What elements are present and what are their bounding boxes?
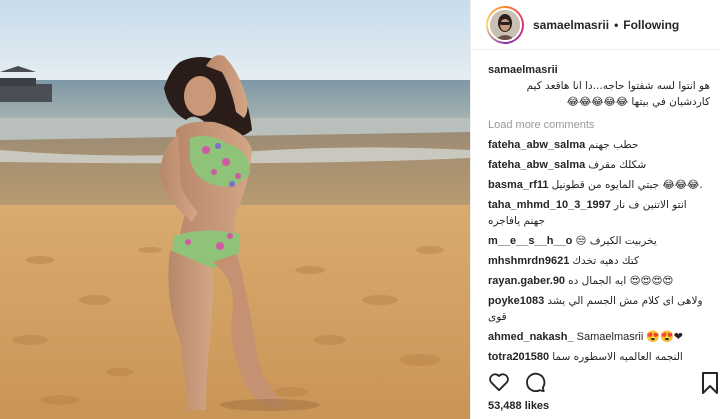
comment-text: ايه الجمال ده 😍😍😍😍 [568, 275, 674, 287]
comment-item: totra201580 النجمه العالميه الاسطوره سما… [488, 349, 710, 364]
comments-list[interactable]: samaelmasrii هو انتوا لسه شفتوا حاجه...د… [471, 56, 720, 364]
comment-username[interactable]: poyke1083 [488, 295, 544, 307]
comment-item: basma_rf11 جبتي المايوه من قطونيل 😂😂😂. [488, 177, 710, 193]
bookmark-icon[interactable] [702, 372, 718, 397]
header-separator: • [614, 17, 619, 32]
load-more-comments-link[interactable]: Load more comments [488, 119, 710, 131]
avatar-story-ring[interactable] [486, 5, 524, 44]
likes-count[interactable]: 53,488 likes [488, 400, 549, 412]
comment-username[interactable]: taha_mhmd_10_3_1997 [488, 199, 611, 211]
comment-username[interactable]: rayan.gaber.90 [488, 275, 565, 287]
comment-item: taha_mhmd_10_3_1997 انتو الاتنين ف نار ج… [488, 197, 710, 229]
instagram-post-modal: samaelmasrii • Following samaelmasrii هو… [0, 0, 720, 419]
comment-item: fateha_abw_salma حطب جهنم [488, 137, 710, 153]
avatar[interactable] [488, 7, 522, 42]
comment-text: حطب جهنم [588, 139, 639, 151]
comment-text: Samaelmasrii 😍😍❤ [576, 331, 683, 343]
comment-item: m__e__s__h__o 😒 يخربيت الكيرف [488, 233, 710, 249]
comment-text: شكلك مقرف [588, 159, 647, 171]
comment-username[interactable]: mhshmrdn9621 [488, 255, 569, 267]
comment-username[interactable]: totra201580 [488, 351, 549, 363]
comment-username[interactable]: fateha_abw_salma [488, 159, 585, 171]
comment-item: mhshmrdn9621 كتك دهيه تخدك [488, 253, 710, 269]
post-author-username[interactable]: samaelmasrii [533, 18, 609, 32]
comment-item: poyke1083 ولاهى اى كلام مش الجسم الي يشد… [488, 293, 710, 325]
comment-item: ahmed_nakash_ Samaelmasrii 😍😍❤ [488, 329, 710, 345]
comment-text: جبتي المايوه من قطونيل 😂😂😂. [551, 179, 703, 191]
caption-text: هو انتوا لسه شفتوا حاجه...دا انا هاقعد ك… [526, 80, 710, 108]
post-photo[interactable] [0, 0, 470, 419]
comment-username[interactable]: fateha_abw_salma [488, 139, 585, 151]
following-button[interactable]: Following [623, 18, 679, 32]
comment-text: 😒 يخربيت الكيرف [575, 235, 657, 247]
comment-username[interactable]: ahmed_nakash_ [488, 331, 574, 343]
comment-text: كتك دهيه تخدك [572, 255, 639, 267]
heart-icon[interactable] [488, 372, 510, 395]
comment-icon[interactable] [524, 371, 546, 396]
beach-photo-illustration [0, 0, 470, 419]
post-side-panel: samaelmasrii • Following samaelmasrii هو… [470, 0, 720, 419]
post-caption: samaelmasrii هو انتوا لسه شفتوا حاجه...د… [488, 62, 710, 110]
comment-item: rayan.gaber.90 ايه الجمال ده 😍😍😍😍 [488, 273, 710, 289]
caption-username[interactable]: samaelmasrii [488, 62, 710, 78]
avatar-image [490, 9, 520, 40]
post-actions-bar [488, 370, 720, 396]
comment-username[interactable]: basma_rf11 [488, 179, 549, 191]
post-header: samaelmasrii • Following [471, 0, 720, 50]
comment-item: fateha_abw_salma شكلك مقرف [488, 157, 710, 173]
comment-username[interactable]: m__e__s__h__o [488, 235, 572, 247]
